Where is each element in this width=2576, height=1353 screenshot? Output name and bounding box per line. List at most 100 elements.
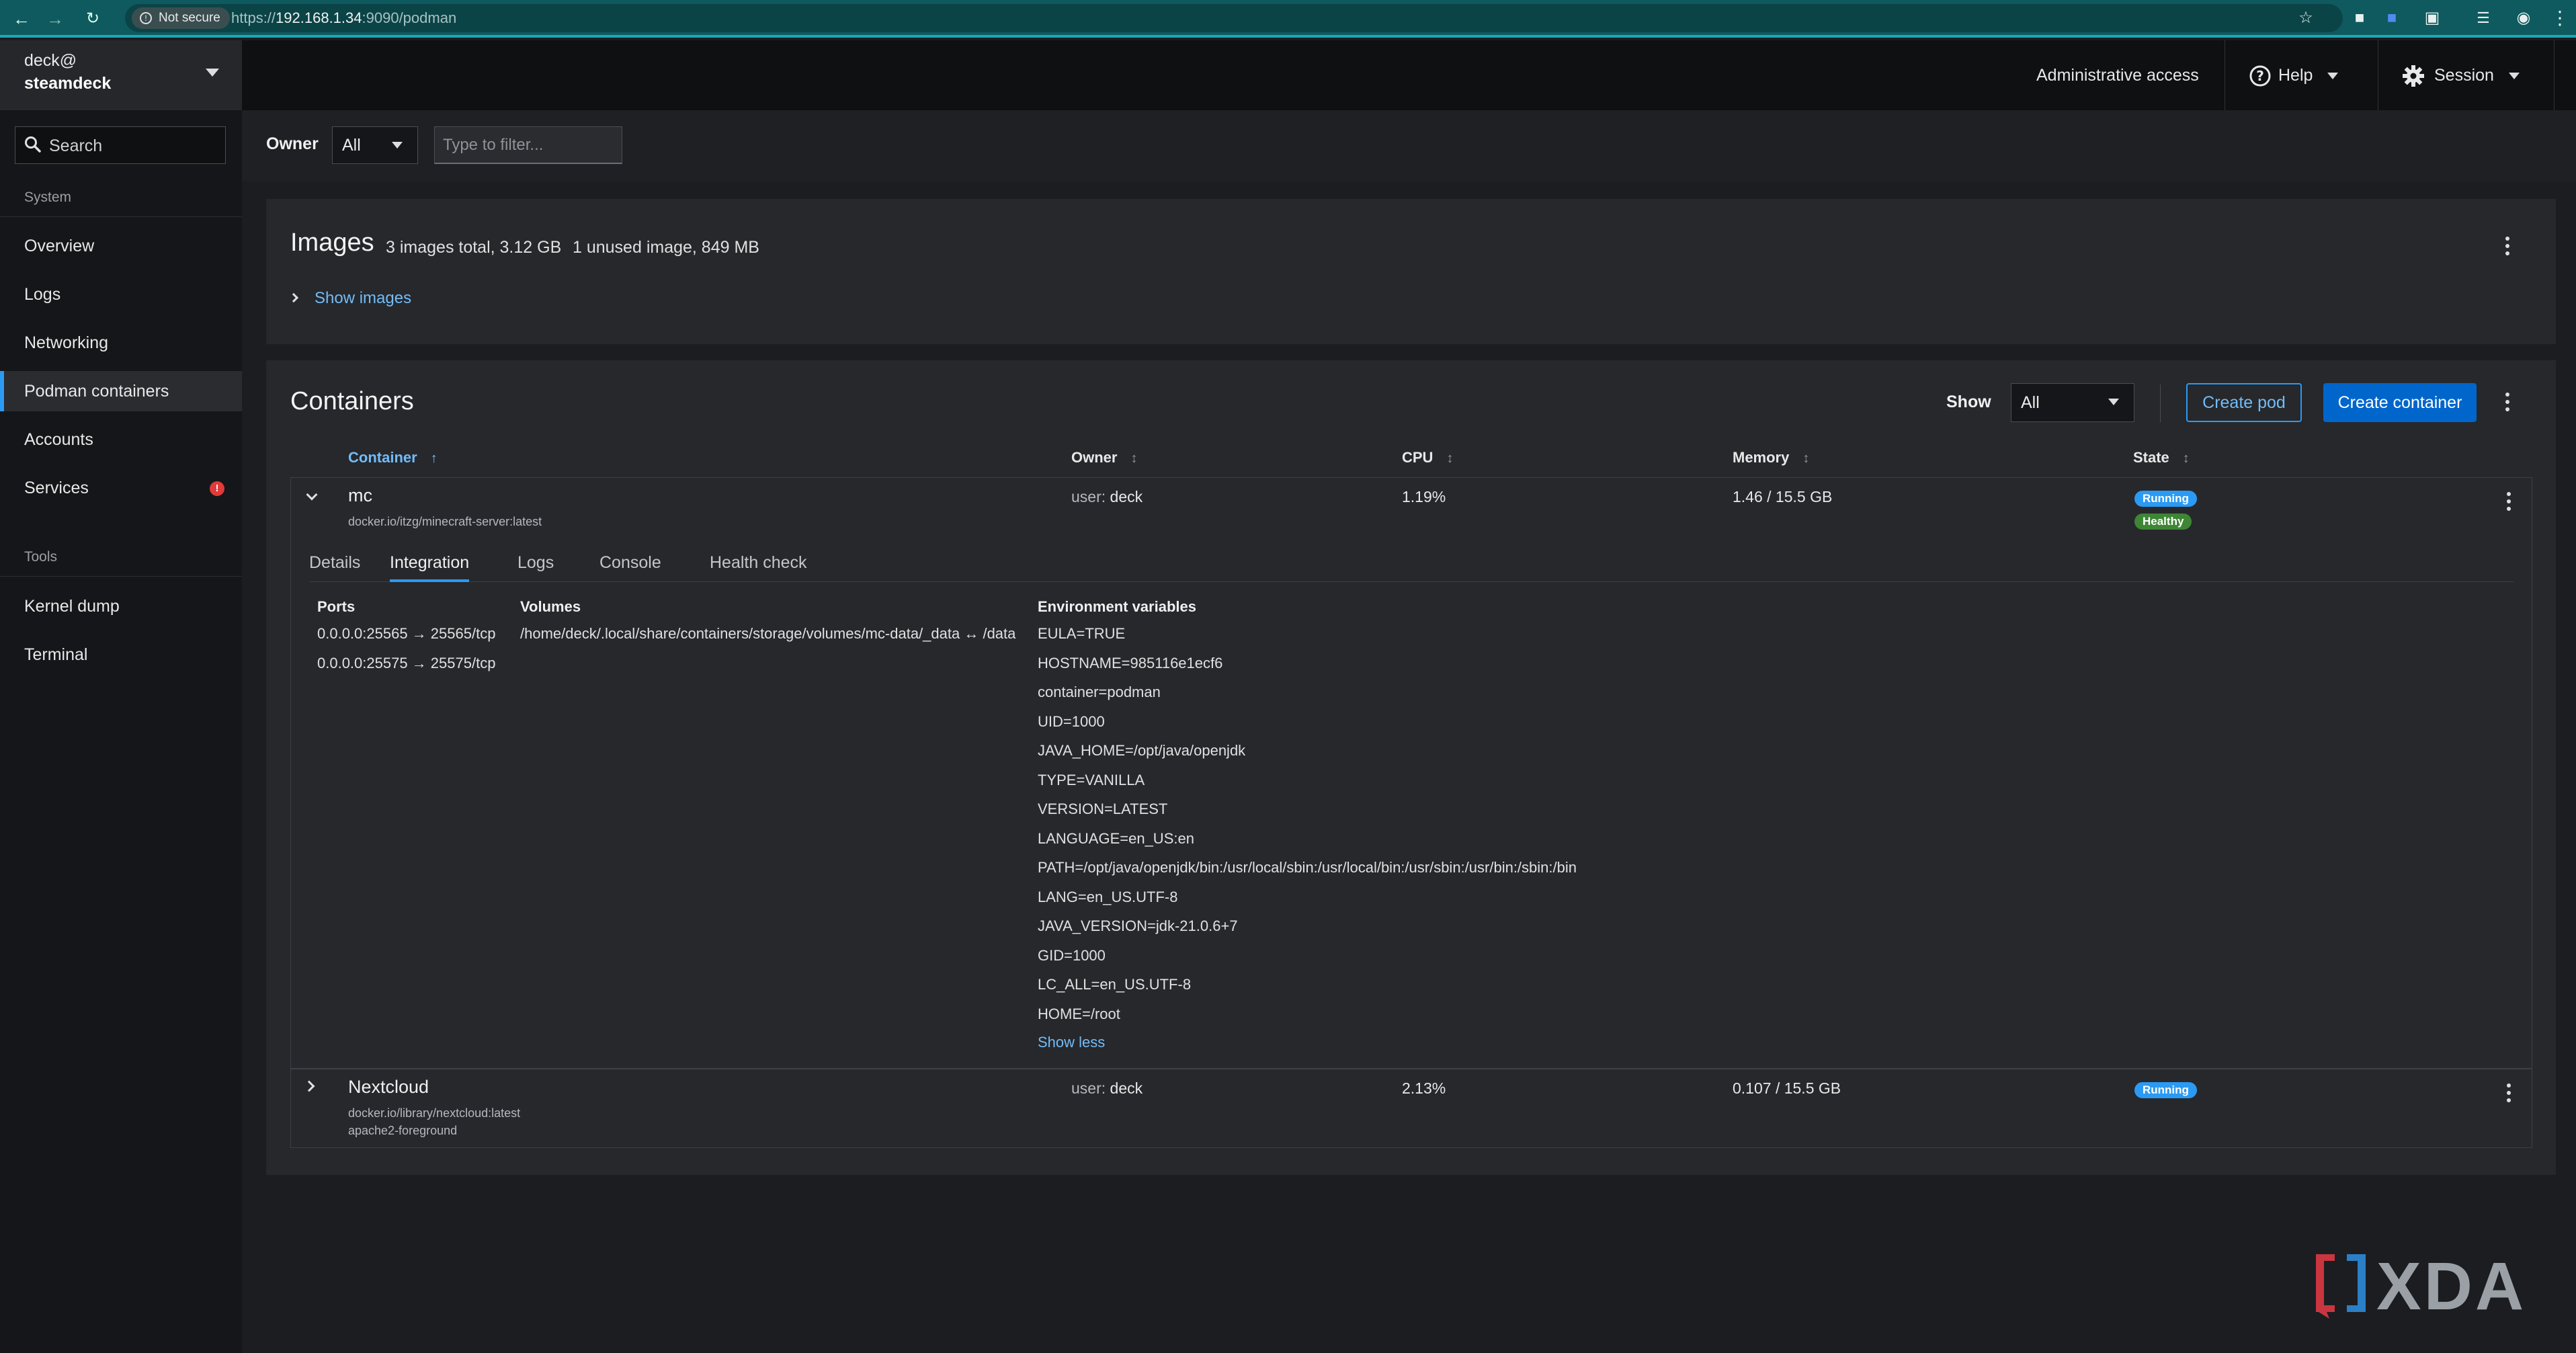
divider [2160, 384, 2161, 422]
container-name[interactable]: mc [348, 485, 372, 506]
tab-health-check[interactable]: Health check [710, 543, 807, 582]
divider [290, 477, 2532, 478]
sidebar-section-system: System [24, 190, 72, 205]
masthead: Administrative access ? Help Session [242, 40, 2576, 110]
chevron-down-icon [2108, 399, 2119, 405]
help-icon: ? [2249, 65, 2271, 87]
row-kebab-menu-icon[interactable] [2499, 1079, 2519, 1106]
owner-filter-label: Owner [266, 134, 319, 153]
env-var: GID=1000 [1038, 946, 1106, 964]
images-card: Images 3 images total, 3.12 GB 1 unused … [266, 199, 2556, 344]
back-icon[interactable]: ← [8, 5, 35, 32]
sidebar-item-services[interactable]: Services ! [0, 468, 242, 508]
sort-icon: ↕ [1802, 451, 1810, 466]
forward-icon[interactable]: → [42, 5, 69, 32]
container-cpu: 1.19% [1402, 488, 1446, 505]
security-badge[interactable]: ! Not secure [132, 7, 230, 29]
containers-kebab-menu-icon[interactable] [2497, 388, 2518, 415]
env-var: HOME=/root [1038, 1005, 1120, 1022]
container-memory: 0.107 / 15.5 GB [1733, 1079, 1841, 1097]
row-kebab-menu-icon[interactable] [2499, 488, 2519, 515]
env-var: JAVA_VERSION=jdk-21.0.6+7 [1038, 917, 1238, 934]
env-var: TYPE=VANILLA [1038, 771, 1145, 788]
column-header-owner[interactable]: Owner ↕ [1071, 449, 1137, 466]
container-name[interactable]: Nextcloud [348, 1077, 429, 1098]
sort-icon: ↕ [1130, 451, 1138, 466]
container-cpu: 2.13% [1402, 1079, 1446, 1097]
host-switcher[interactable]: deck@ steamdeck [0, 40, 242, 110]
sidebar-item-terminal[interactable]: Terminal [0, 634, 242, 675]
sidebar-item-logs[interactable]: Logs [0, 274, 242, 315]
divider [0, 576, 242, 577]
sort-icon: ↕ [1446, 451, 1454, 466]
help-menu[interactable]: ? Help [2249, 40, 2339, 110]
sidebar-item-networking[interactable]: Networking [0, 323, 242, 363]
reload-icon[interactable]: ↻ [79, 5, 106, 32]
volume-mapping: /home/deck/.local/share/containers/stora… [520, 625, 1016, 642]
column-header-cpu[interactable]: CPU ↕ [1402, 449, 1453, 466]
env-var: LC_ALL=en_US.UTF-8 [1038, 976, 1192, 993]
tab-details[interactable]: Details [309, 543, 360, 582]
warning-icon: ! [140, 12, 152, 24]
browser-toolbar: ← → ↻ ! Not secure https://192.168.1.34:… [0, 0, 2576, 38]
containers-title: Containers [290, 387, 414, 415]
container-detail-tabs: Details Integration Logs Console Health … [309, 543, 2513, 582]
profile-avatar-icon[interactable]: ◉ [2511, 5, 2536, 31]
extension-shield-icon[interactable]: ■ [2347, 5, 2372, 31]
tab-logs[interactable]: Logs [517, 543, 554, 582]
env-var: HOSTNAME=985116e1ecf6 [1038, 654, 1223, 671]
env-vars-label: Environment variables [1038, 598, 1196, 615]
container-memory: 1.46 / 15.5 GB [1733, 488, 1833, 505]
container-command: apache2-foreground [348, 1124, 458, 1137]
show-images-toggle[interactable]: Show images [288, 289, 412, 308]
owner-select[interactable]: All [332, 126, 418, 164]
search-label: Search [49, 136, 103, 155]
images-kebab-menu-icon[interactable] [2497, 233, 2518, 259]
show-less-link[interactable]: Show less [1038, 1034, 1105, 1051]
env-var: PATH=/opt/java/openjdk/bin:/usr/local/sb… [1038, 859, 1577, 876]
url-text[interactable]: https://192.168.1.34:9090/podman [231, 4, 456, 32]
media-controls-icon[interactable]: ☰ [2470, 5, 2496, 31]
search-icon [25, 136, 41, 153]
sidebar-item-overview[interactable]: Overview [0, 226, 242, 266]
sidebar-item-podman-containers[interactable]: Podman containers [0, 371, 242, 411]
browser-menu-icon[interactable]: ⋮ [2547, 5, 2573, 31]
chevron-down-icon [2508, 73, 2520, 80]
create-container-button[interactable]: Create container [2323, 383, 2477, 422]
sidebar-search-input[interactable]: Search [15, 126, 226, 164]
column-header-memory[interactable]: Memory ↕ [1733, 449, 1809, 466]
volumes-label: Volumes [520, 598, 581, 615]
status-badge-running: Running [2134, 491, 2197, 507]
env-var: JAVA_HOME=/opt/java/openjdk [1038, 742, 1246, 759]
session-label: Session [2434, 66, 2494, 85]
port-mapping: 0.0.0.0:25565 → 25565/tcp [317, 625, 496, 642]
port-mapping: 0.0.0.0:25575 → 25575/tcp [317, 655, 496, 671]
session-menu[interactable]: Session [2402, 40, 2520, 110]
show-select[interactable]: All [2011, 383, 2134, 422]
ports-label: Ports [317, 598, 356, 615]
env-var: LANGUAGE=en_US:en [1038, 829, 1194, 847]
column-header-container[interactable]: Container ↑ [348, 449, 438, 466]
address-bar[interactable]: ! Not secure https://192.168.1.34:9090/p… [125, 4, 2343, 32]
filter-input[interactable]: Type to filter... [434, 126, 622, 164]
admin-access-button[interactable]: Administrative access [2036, 40, 2199, 110]
bookmark-star-icon[interactable]: ☆ [2293, 5, 2319, 31]
env-var: container=podman [1038, 684, 1161, 700]
gear-icon [2403, 65, 2424, 87]
tab-integration[interactable]: Integration [390, 543, 470, 582]
sidebar-item-kernel-dump[interactable]: Kernel dump [0, 586, 242, 626]
sort-icon: ↕ [2182, 451, 2190, 466]
sidebar-item-accounts[interactable]: Accounts [0, 419, 242, 460]
create-pod-button[interactable]: Create pod [2186, 383, 2302, 422]
status-badge-running: Running [2134, 1082, 2197, 1098]
host-user: deck@ [24, 51, 77, 70]
extension-icon[interactable]: ■ [2379, 5, 2405, 31]
container-owner: user: deck [1071, 1079, 1143, 1097]
tab-console[interactable]: Console [599, 543, 661, 582]
extensions-puzzle-icon[interactable]: ▣ [2419, 5, 2445, 31]
chevron-down-icon [2327, 73, 2339, 80]
show-images-label: Show images [315, 289, 412, 307]
column-header-state[interactable]: State ↕ [2133, 449, 2190, 466]
container-image: docker.io/itzg/minecraft-server:latest [348, 515, 542, 528]
containers-table: Container ↑ Owner ↕ CPU ↕ Memory ↕ State ↕ mc… [290, 430, 2532, 1151]
